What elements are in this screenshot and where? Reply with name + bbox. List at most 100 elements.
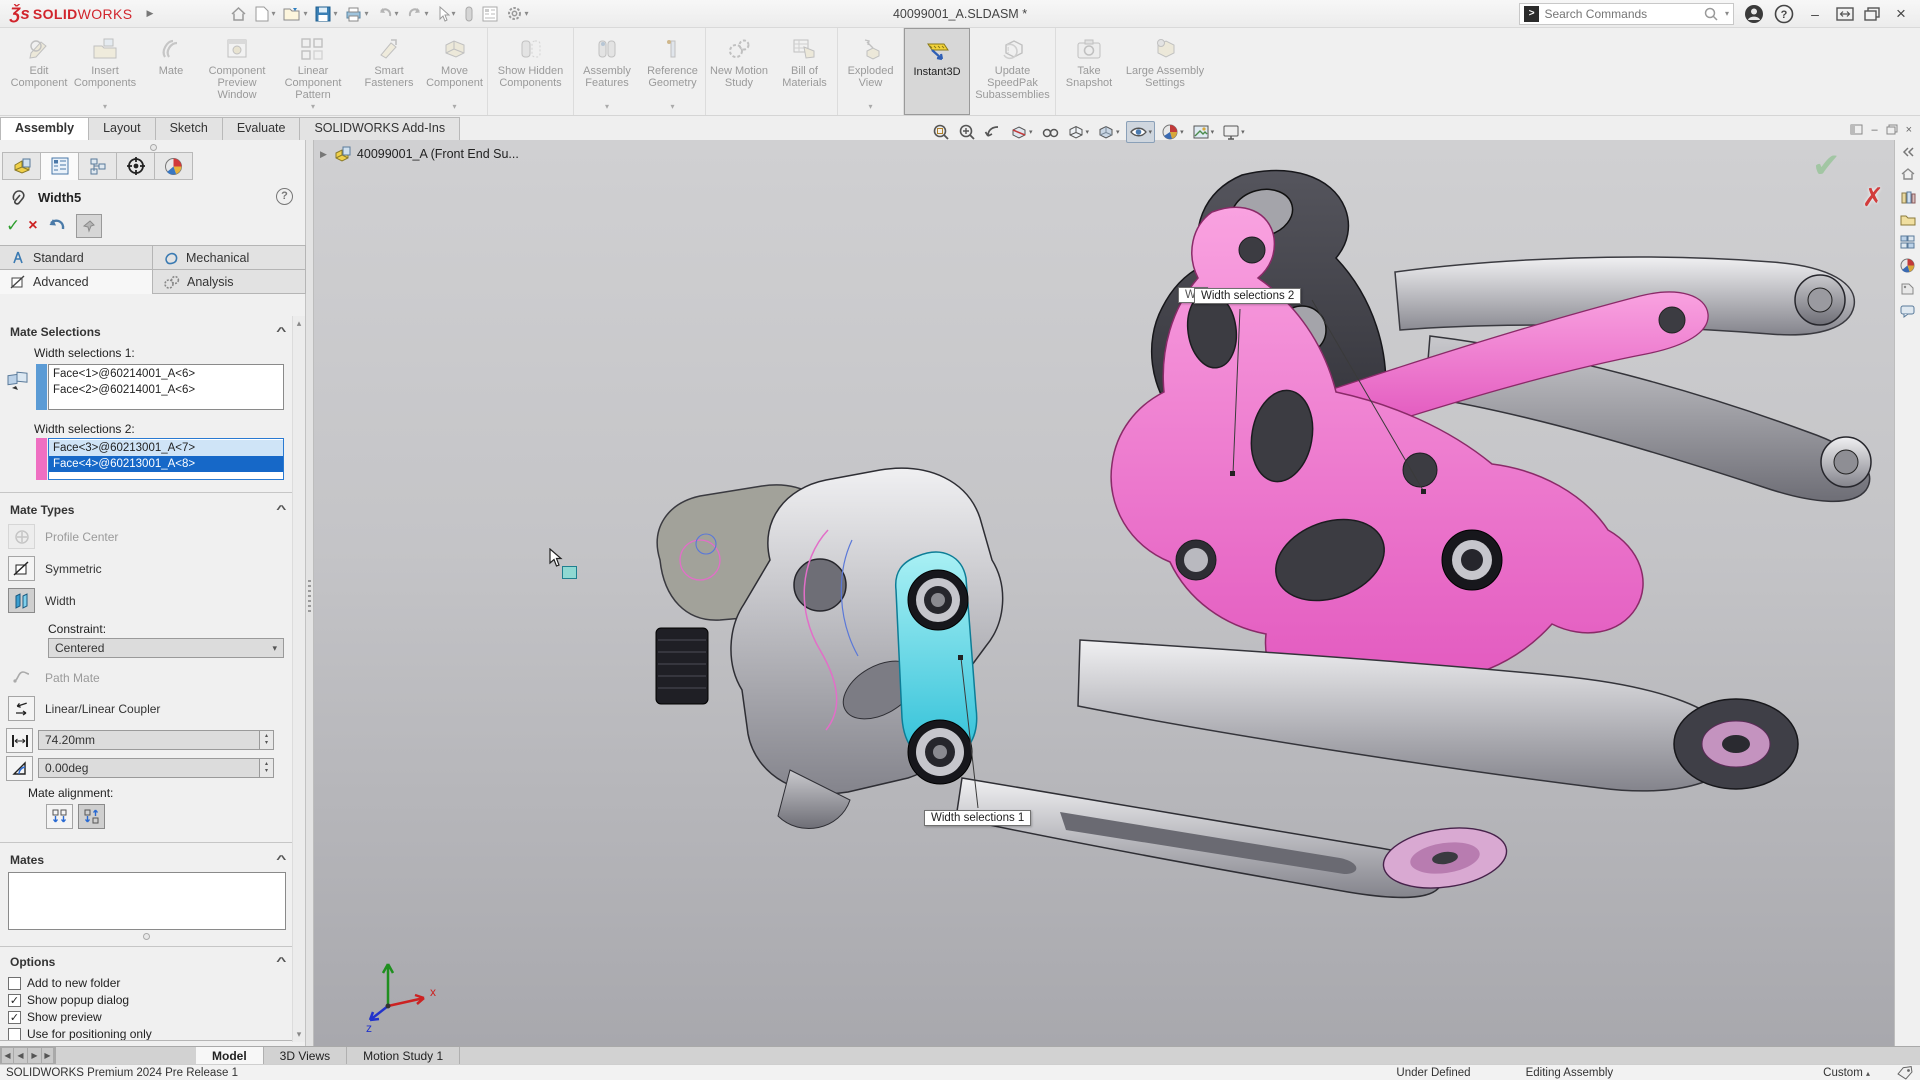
first-tab-icon[interactable]: ◀ [0, 1047, 14, 1064]
distance-spinner[interactable]: ▴▾ [259, 730, 274, 750]
search-input[interactable] [1544, 7, 1699, 21]
mates-resize-handle[interactable] [143, 933, 150, 940]
close-icon[interactable]: × [1890, 4, 1912, 24]
smart-fasteners-button[interactable]: Smart Fasteners [356, 28, 422, 115]
custom-properties-tag-icon[interactable] [1896, 1066, 1914, 1080]
reference-geometry-button[interactable]: Reference Geometry▾ [640, 28, 706, 115]
span-displays-icon[interactable] [1836, 7, 1854, 21]
option-use-for-positioning-only[interactable]: Use for positioning only [8, 1027, 152, 1041]
view-palette-icon[interactable] [1900, 235, 1915, 249]
tree-expand-icon[interactable]: ▶ [320, 149, 327, 160]
scroll-down-icon[interactable]: ▾ [293, 1029, 305, 1040]
list-item[interactable]: Face<3>@60213001_A<7> [49, 440, 283, 456]
pm-help-icon[interactable]: ? [276, 188, 293, 205]
breadcrumb[interactable]: ▶ 40099001_A (Front End Su... [320, 146, 519, 162]
restore-icon[interactable] [1864, 7, 1880, 21]
appearances-scenes-icon[interactable] [1900, 258, 1915, 273]
take-snapshot-button[interactable]: Take Snapshot [1056, 28, 1122, 115]
show-hidden-components-button[interactable]: Show Hidden Components [488, 28, 574, 115]
panel-splitter-handle[interactable] [150, 144, 157, 151]
last-tab-icon[interactable]: ▶ [41, 1047, 56, 1064]
tab-solidworks-add-ins[interactable]: SOLIDWORKS Add-Ins [299, 117, 460, 140]
bill-of-materials-button[interactable]: Bill of Materials [772, 28, 838, 115]
keep-visible-pin-button[interactable] [76, 214, 102, 238]
ok-button[interactable]: ✓ [6, 216, 20, 236]
design-library-icon[interactable] [1900, 190, 1916, 204]
profile-center-mate[interactable]: Profile Center [8, 524, 118, 549]
tab-evaluate[interactable]: Evaluate [222, 117, 301, 140]
list-item[interactable]: Face<2>@60214001_A<6> [49, 382, 283, 398]
open-icon[interactable]: ▾ [280, 2, 310, 26]
linear-component-pattern-button[interactable]: Linear Component Pattern▾ [270, 28, 356, 115]
width-selections-1-list[interactable]: Face<1>@60214001_A<6> Face<2>@60214001_A… [48, 364, 284, 410]
redo-icon[interactable]: ▾ [404, 2, 432, 26]
edit-appearance-icon[interactable]: ▾ [1159, 122, 1186, 142]
width-mate[interactable]: Width [8, 588, 76, 613]
insert-components-button[interactable]: Insert Components▾ [72, 28, 138, 115]
apply-scene-icon[interactable]: ▾ [1190, 122, 1217, 142]
panel-splitter[interactable] [306, 140, 314, 1046]
tab-standard[interactable]: Standard [0, 245, 153, 270]
file-properties-icon[interactable] [479, 2, 501, 26]
confirm-ok-icon[interactable]: ✔ [1812, 146, 1841, 186]
move-component-button[interactable]: Move Component▾ [422, 28, 488, 115]
section-view-icon[interactable]: ▾ [1008, 122, 1035, 142]
breadcrumb-text[interactable]: 40099001_A (Front End Su... [357, 147, 519, 161]
undo-icon[interactable]: ▾ [374, 2, 402, 26]
select-cursor-icon[interactable]: ▾ [434, 2, 459, 26]
tab-layout[interactable]: Layout [88, 117, 156, 140]
tab-sketch[interactable]: Sketch [155, 117, 223, 140]
configuration-manager-tab[interactable] [78, 152, 117, 180]
tab-3d-views[interactable]: 3D Views [264, 1047, 347, 1064]
anti-aligned-button[interactable] [78, 804, 105, 829]
option-show-popup-dialog[interactable]: ✓Show popup dialog [8, 993, 129, 1007]
symmetric-mate[interactable]: Symmetric [8, 556, 102, 581]
help-icon[interactable]: ? [1774, 4, 1794, 24]
dock-left-icon[interactable] [1850, 124, 1863, 135]
large-assembly-settings-button[interactable]: Large Assembly Settings [1122, 28, 1208, 115]
distance-field[interactable]: 74.20mm [38, 730, 260, 750]
search-dropdown-icon[interactable]: ▾ [1725, 9, 1729, 18]
prev-tab-icon[interactable]: ◀ [13, 1047, 28, 1064]
child-restore-icon[interactable] [1886, 124, 1898, 135]
tab-assembly[interactable]: Assembly [0, 117, 89, 140]
task-pane-expand-icon[interactable] [1901, 146, 1915, 158]
account-icon[interactable] [1744, 4, 1764, 24]
instant3d-button[interactable]: Instant3D [904, 28, 970, 115]
part-cyan-link[interactable] [896, 552, 977, 784]
tab-advanced[interactable]: Advanced [0, 269, 153, 294]
list-item-selected[interactable]: Face<4>@60213001_A<8> [49, 456, 283, 472]
search-commands-box[interactable]: > ▾ [1519, 3, 1734, 25]
file-explorer-icon[interactable] [1900, 213, 1916, 226]
mate-selections-header[interactable]: Mate Selections^ [0, 322, 294, 342]
update-speedpak-button[interactable]: !Update SpeedPak Subassemblies [970, 28, 1056, 115]
assembly-features-button[interactable]: Assembly Features▾ [574, 28, 640, 115]
mates-header[interactable]: Mates^ [0, 850, 294, 870]
cancel-button[interactable]: × [28, 217, 37, 235]
view-settings-icon[interactable]: ▾ [1220, 122, 1247, 142]
component-preview-window-button[interactable]: Component Preview Window [204, 28, 270, 115]
tab-mechanical[interactable]: Mechanical [152, 245, 306, 270]
zoom-fit-icon[interactable] [930, 122, 952, 142]
dynamic-annotation-icon[interactable] [1039, 122, 1061, 142]
linear-linear-coupler-mate[interactable]: Linear/Linear Coupler [8, 696, 160, 721]
solidworks-resources-icon[interactable] [1900, 167, 1916, 181]
view-orientation-icon[interactable]: ▾ [1065, 122, 1092, 142]
zoom-area-icon[interactable] [956, 122, 978, 142]
forum-icon[interactable] [1900, 305, 1915, 318]
minimize-icon[interactable]: – [1804, 6, 1826, 22]
options-gear-icon[interactable]: ▾ [503, 2, 532, 26]
checkbox-checked[interactable]: ✓ [8, 1011, 21, 1024]
child-minimize-icon[interactable]: – [1871, 124, 1877, 136]
propertymanager-tab[interactable] [40, 152, 79, 180]
mate-button[interactable]: Mate [138, 28, 204, 115]
undo-button[interactable] [46, 216, 68, 236]
angle-field[interactable]: 0.00deg [38, 758, 260, 778]
display-manager-tab[interactable] [154, 152, 193, 180]
chevron-down-icon[interactable]: ▾ [272, 639, 277, 657]
new-document-icon[interactable]: ▾ [252, 2, 278, 26]
print-icon[interactable]: ▾ [342, 2, 371, 26]
tab-motion-study-1[interactable]: Motion Study 1 [347, 1047, 460, 1064]
angle-spinner[interactable]: ▴▾ [259, 758, 274, 778]
confirm-cancel-icon[interactable]: ✗ [1862, 182, 1884, 213]
